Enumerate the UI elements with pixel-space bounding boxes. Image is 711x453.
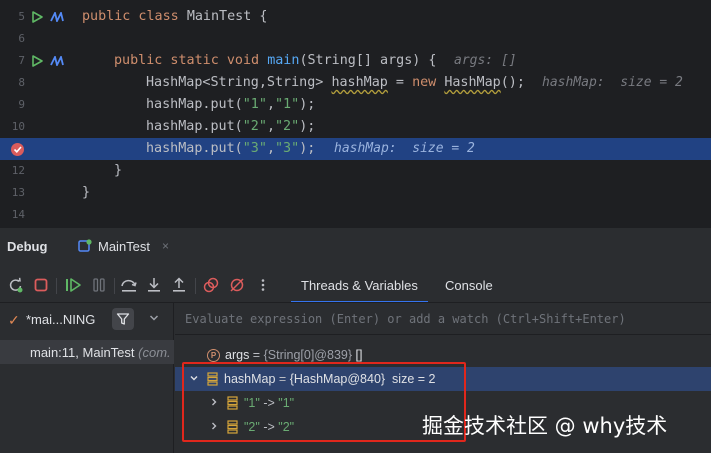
evaluate-expression-input[interactable]: [175, 303, 711, 335]
pause-icon[interactable]: [88, 274, 110, 296]
implementation-icon[interactable]: [50, 56, 66, 66]
code-text: hashMap.put("1","1");: [146, 97, 316, 112]
code-line-13[interactable]: 13 }: [0, 182, 711, 204]
tab-label: MainTest: [98, 238, 151, 254]
implementation-icon[interactable]: [50, 12, 66, 22]
step-out-icon[interactable]: [168, 274, 190, 296]
code-text: HashMap<String,String> hashMap = new Has…: [146, 75, 525, 90]
line-number: 13: [11, 186, 25, 199]
var-name: args: [225, 348, 250, 362]
inline-debug-value: hashMap: size = 2: [542, 75, 683, 90]
frame-package: (com.: [138, 345, 171, 360]
code-line-9[interactable]: 9 hashMap.put("1","1");: [0, 94, 711, 116]
line-number: 5: [18, 10, 25, 23]
code-text: public static void main(String[] args) {: [114, 53, 437, 68]
run-icon[interactable]: [31, 11, 43, 23]
check-icon: ✓: [8, 312, 20, 328]
more-icon[interactable]: [252, 274, 274, 296]
resume-icon[interactable]: [62, 274, 84, 296]
inline-debug-value: args: []: [454, 53, 517, 68]
toolbar-separator: [56, 278, 57, 294]
line-number: 7: [18, 54, 25, 67]
rerun-icon[interactable]: [5, 274, 27, 296]
filter-icon[interactable]: [112, 308, 134, 330]
code-editor[interactable]: 5 public class MainTest { 6 7 public sta…: [0, 0, 711, 227]
line-number: 9: [18, 98, 25, 111]
thread-name: *mai...NING: [26, 312, 96, 327]
run-config-icon: [78, 239, 92, 253]
line-number: 10: [11, 120, 25, 133]
debug-title: Debug: [7, 239, 48, 254]
step-into-icon[interactable]: [143, 274, 165, 296]
code-line-7[interactable]: 7 public static void main(String[] args)…: [0, 50, 711, 72]
line-number: 6: [18, 32, 25, 45]
run-icon[interactable]: [31, 55, 43, 67]
inline-debug-value: hashMap: size = 2: [334, 141, 475, 156]
code-text: }: [82, 185, 91, 200]
breakpoint-icon[interactable]: [10, 142, 25, 157]
parameter-icon: P: [207, 348, 220, 362]
tab-threads-variables[interactable]: Threads & Variables: [291, 268, 428, 303]
line-number: 14: [11, 208, 25, 221]
code-text: public class MainTest {: [82, 9, 268, 24]
code-line-10[interactable]: 10 hashMap.put("2","2");: [0, 116, 711, 138]
var-value: {String[0]@839}: [263, 348, 353, 362]
stack-frame[interactable]: main:11, MainTest (com.: [0, 340, 174, 364]
mute-breakpoints-icon[interactable]: [226, 274, 248, 296]
code-line-8[interactable]: 8 HashMap<String,String> hashMap = new H…: [0, 72, 711, 94]
toolbar-separator: [195, 278, 196, 294]
view-breakpoints-icon[interactable]: [200, 274, 222, 296]
line-number: 12: [11, 164, 25, 177]
frames-pane: ✓ *mai...NING main:11, MainTest (com.: [0, 303, 174, 453]
chevron-down-icon[interactable]: [148, 312, 160, 327]
var-extra: []: [355, 348, 363, 362]
code-line-14[interactable]: 14: [0, 204, 711, 226]
tab-maintest[interactable]: MainTest ×: [70, 228, 177, 264]
code-line-11-current[interactable]: hashMap.put("3","3"); hashMap: size = 2: [0, 138, 711, 160]
code-line-5[interactable]: 5 public class MainTest {: [0, 6, 711, 28]
line-number: 8: [18, 76, 25, 89]
watermark: 掘金技术社区 @ why技术: [422, 414, 668, 438]
stop-icon[interactable]: [30, 274, 52, 296]
toolbar-separator: [114, 278, 115, 294]
debug-toolbar: Threads & Variables Console: [0, 268, 711, 303]
thread-selector[interactable]: ✓ *mai...NING: [0, 303, 174, 337]
code-line-12[interactable]: 12 }: [0, 160, 711, 182]
frame-location: main:11, MainTest: [30, 345, 135, 360]
code-text: hashMap.put("2","2");: [146, 119, 316, 134]
debug-header: Debug MainTest ×: [0, 228, 711, 266]
code-text: hashMap.put("3","3");: [146, 141, 316, 156]
tab-console[interactable]: Console: [445, 268, 493, 302]
step-over-icon[interactable]: [118, 274, 140, 296]
code-text: }: [114, 163, 123, 178]
code-line-6[interactable]: 6: [0, 28, 711, 50]
var-equals: =: [249, 348, 264, 362]
frame-text: main:11, MainTest (com.: [30, 345, 171, 360]
close-icon[interactable]: ×: [162, 239, 169, 253]
